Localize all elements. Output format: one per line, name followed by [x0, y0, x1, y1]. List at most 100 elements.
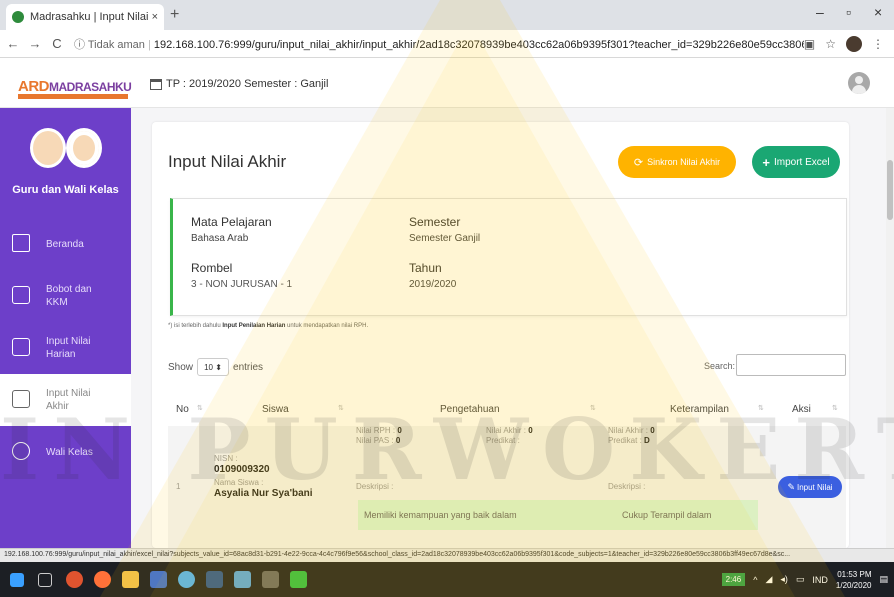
entries-select[interactable]: 10 ⬍: [197, 358, 230, 376]
document-icon: [12, 338, 30, 356]
sort-icon: ⇅: [338, 405, 344, 412]
sort-icon: ⇅: [590, 405, 596, 412]
skill-desc-label: Deskripsi :: [608, 482, 646, 491]
knowledge-final-score: Nilai Akhir : 0: [486, 426, 533, 435]
app-icon[interactable]: [234, 571, 251, 588]
skill-description[interactable]: Cukup Terampil dalam: [616, 500, 758, 530]
favicon-icon: [12, 11, 24, 23]
entries-control: Show 10 ⬍ entries: [168, 358, 263, 376]
url-field[interactable]: ⓘ Tidak aman | 192.168.100.76:999/guru/i…: [74, 36, 804, 52]
folder-icon[interactable]: [122, 571, 139, 588]
sort-icon: ⇅: [832, 405, 838, 412]
file-icon: [12, 390, 30, 408]
rombel-value: 3 - NON JURUSAN - 1: [191, 279, 293, 290]
row-number: 1: [176, 482, 181, 491]
url-text: 192.168.100.76:999/guru/input_nilai_akhi…: [153, 38, 804, 51]
app-header: ARDMADRASAHKU TP : 2019/2020 Semester : …: [0, 58, 894, 108]
sync-icon: ⟳: [633, 156, 644, 169]
reload-button[interactable]: C: [48, 36, 66, 51]
tab-close-icon[interactable]: ×: [152, 11, 158, 23]
volume-icon[interactable]: ◂): [780, 574, 788, 585]
sort-icon: ⇅: [197, 405, 203, 412]
browser-tab[interactable]: Madrasahku | Input Nilai Akhir ×: [6, 4, 164, 30]
sidebar-item-beranda[interactable]: Beranda: [0, 218, 131, 270]
keyboard-icon[interactable]: ▭: [796, 574, 805, 585]
semester-value: Semester Ganjil: [409, 233, 481, 244]
start-icon[interactable]: [10, 573, 24, 587]
search-label: Search:: [704, 361, 736, 371]
android-studio-icon[interactable]: [290, 571, 307, 588]
back-button[interactable]: ←: [4, 36, 22, 51]
profile-icon[interactable]: [846, 35, 862, 52]
tray-expand-icon[interactable]: ^: [753, 575, 757, 585]
search-input[interactable]: [736, 354, 846, 376]
store-icon[interactable]: [150, 571, 167, 588]
sidebar-profile: Guru dan Wali Kelas: [0, 108, 131, 218]
home-icon: [12, 234, 30, 252]
browser-icon[interactable]: [178, 571, 195, 588]
input-grade-button[interactable]: ✎ Input Nilai: [778, 476, 842, 498]
logo-underline: [18, 94, 128, 99]
edit-icon: ✎: [787, 481, 795, 492]
new-tab-button[interactable]: +: [170, 6, 179, 24]
pas-score: Nilai PAS : 0: [356, 436, 401, 445]
subject-label: Mata Pelajaran: [191, 215, 272, 229]
semester-label: Semester: [409, 215, 461, 229]
translate-icon[interactable]: ▣: [804, 37, 815, 51]
calendar-icon: [150, 78, 162, 90]
copy-icon: [12, 286, 30, 304]
chrome-icon[interactable]: [66, 571, 83, 588]
battery-badge[interactable]: 2:46: [721, 573, 746, 586]
year-value: 2019/2020: [409, 279, 457, 290]
skill-predicate: Predikat : D: [608, 436, 650, 445]
sync-final-grade-button[interactable]: ⟳ Sinkron Nilai Akhir: [618, 146, 736, 178]
word-icon[interactable]: [206, 571, 223, 588]
app-logo[interactable]: ARDMADRASAHKU: [18, 78, 132, 95]
forward-button[interactable]: →: [26, 36, 44, 51]
browser-tabbar: Madrasahku | Input Nilai Akhir × + – ▫ ×: [0, 0, 894, 30]
instruction-note: *) isi terlebih dahulu Input Penilaian H…: [168, 323, 369, 329]
notification-icon[interactable]: ▤: [879, 574, 888, 585]
user-icon: [12, 442, 30, 460]
minimize-button[interactable]: –: [816, 4, 824, 20]
language-indicator[interactable]: IND: [812, 575, 828, 585]
bookmark-star-icon[interactable]: ☆: [825, 37, 836, 51]
col-aksi[interactable]: Aksi: [792, 404, 811, 415]
student-girl-icon: [66, 128, 102, 168]
import-excel-button[interactable]: + Import Excel: [752, 146, 840, 178]
year-label: Tahun: [409, 261, 442, 275]
page-scrollbar[interactable]: [886, 108, 894, 548]
maximize-button[interactable]: ▫: [846, 4, 851, 20]
sidebar-item-wali-kelas[interactable]: Wali Kelas: [0, 426, 131, 478]
clock[interactable]: 01:53 PM 1/20/2020: [836, 569, 872, 591]
close-window-button[interactable]: ×: [874, 4, 882, 20]
col-siswa[interactable]: Siswa: [262, 404, 289, 415]
rph-score: Nilai RPH : 0: [356, 426, 402, 435]
tool-icon[interactable]: [262, 571, 279, 588]
col-no[interactable]: No: [176, 404, 189, 415]
firefox-icon[interactable]: [94, 571, 111, 588]
browser-menu-icon[interactable]: ⋮: [872, 37, 884, 51]
knowledge-desc-label: Deskripsi :: [356, 482, 394, 491]
class-info-box: Mata Pelajaran Bahasa Arab Semester Seme…: [170, 198, 847, 316]
sidebar-item-bobot-kkm[interactable]: Bobot dan KKM: [0, 270, 131, 322]
knowledge-description[interactable]: Memiliki kemampuan yang baik dalam: [358, 500, 620, 530]
col-keterampilan[interactable]: Keterampilan: [670, 404, 729, 415]
scroll-thumb[interactable]: [887, 160, 893, 220]
skill-final-score: Nilai Akhir : 0: [608, 426, 655, 435]
security-indicator[interactable]: ⓘ Tidak aman: [74, 39, 145, 51]
plus-icon: +: [762, 154, 770, 170]
sidebar-item-input-nilai-akhir[interactable]: Input Nilai Akhir: [0, 374, 131, 426]
student-name-label: Nama Siswa :: [214, 478, 264, 487]
windows-taskbar: 2:46 ^ ◢ ◂) ▭ IND 01:53 PM 1/20/2020 ▤: [0, 562, 894, 597]
task-view-icon[interactable]: [38, 573, 52, 587]
network-icon[interactable]: ◢: [765, 574, 772, 585]
student-name: Asyalia Nur Sya'bani: [214, 488, 313, 499]
col-pengetahuan[interactable]: Pengetahuan: [440, 404, 500, 415]
link-status-bar: 192.168.100.76:999/guru/input_nilai_akhi…: [0, 548, 894, 562]
user-avatar[interactable]: [848, 72, 870, 94]
main-content: Input Nilai Akhir ⟳ Sinkron Nilai Akhir …: [131, 108, 894, 548]
sort-icon: ⇅: [758, 405, 764, 412]
knowledge-predicate: Predikat :: [486, 436, 520, 445]
sidebar-item-input-nilai-harian[interactable]: Input Nilai Harian: [0, 322, 131, 374]
